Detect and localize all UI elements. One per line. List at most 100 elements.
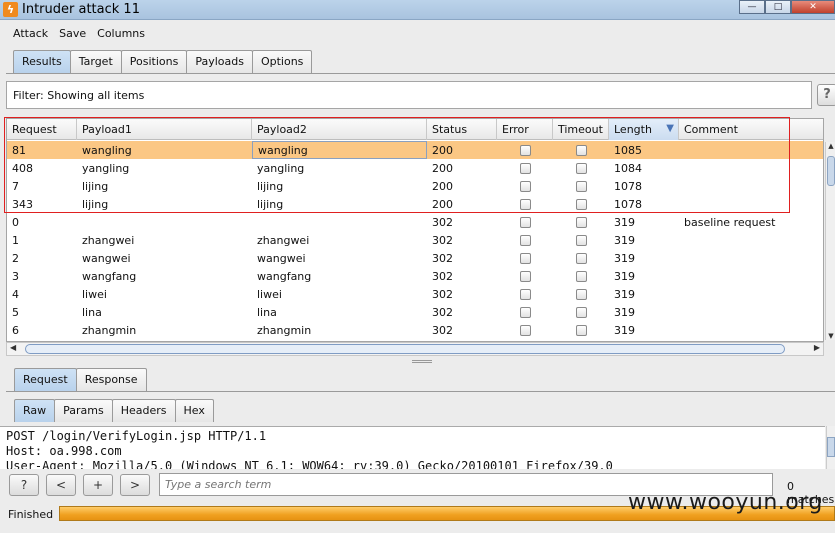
cell-timeout <box>553 213 609 231</box>
tab-raw[interactable]: Raw <box>14 399 56 422</box>
tab-response[interactable]: Response <box>75 368 147 391</box>
tab-payloads[interactable]: Payloads <box>186 50 253 73</box>
status-label: Finished <box>8 508 54 521</box>
cell-request: 4 <box>12 288 19 301</box>
cell-length: 319 <box>614 306 635 319</box>
cell-payload2: lina <box>257 306 277 319</box>
cell-comment <box>679 267 823 285</box>
filter-help-button[interactable]: ? <box>817 84 835 106</box>
cell-error <box>497 249 553 267</box>
tab-hex[interactable]: Hex <box>174 399 214 422</box>
tab-results[interactable]: Results <box>13 50 71 73</box>
menu-columns[interactable]: Columns <box>92 24 151 44</box>
table-row[interactable]: 5 lina lina 302 319 <box>7 303 823 321</box>
main-tabs: Results Target Positions Payloads Option… <box>13 50 313 73</box>
pane-splitter[interactable] <box>412 360 432 363</box>
timeout-checkbox[interactable] <box>575 217 587 228</box>
cell-error <box>497 267 553 285</box>
highlight-annotation-box <box>4 117 790 213</box>
search-add-button[interactable]: + <box>83 474 113 496</box>
cell-error <box>497 213 553 231</box>
timeout-checkbox[interactable] <box>575 271 587 282</box>
table-row[interactable]: 1 zhangwei zhangwei 302 319 <box>7 231 823 249</box>
cell-status: 302 <box>432 324 453 337</box>
tab-positions[interactable]: Positions <box>120 50 188 73</box>
menu-save[interactable]: Save <box>54 24 92 44</box>
error-checkbox[interactable] <box>519 217 531 228</box>
tab-params[interactable]: Params <box>54 399 113 422</box>
horizontal-scroll-thumb[interactable] <box>25 344 785 354</box>
cell-comment <box>679 249 823 267</box>
timeout-checkbox[interactable] <box>575 289 587 300</box>
tab-divider <box>6 73 835 74</box>
cell-payload1: wangwei <box>82 252 131 265</box>
minimize-button[interactable]: — <box>739 0 765 14</box>
error-checkbox[interactable] <box>519 325 531 336</box>
cell-length: 319 <box>614 288 635 301</box>
cell-status: 302 <box>432 270 453 283</box>
cell-payload2: wangwei <box>257 252 306 265</box>
error-checkbox[interactable] <box>519 289 531 300</box>
cell-payload2 <box>252 213 427 231</box>
cell-request: 1 <box>12 234 19 247</box>
tab-request[interactable]: Request <box>14 368 77 391</box>
cell-request: 5 <box>12 306 19 319</box>
cell-comment <box>679 285 823 303</box>
cell-timeout <box>553 249 609 267</box>
scroll-up-icon[interactable]: ▲ <box>826 142 835 150</box>
search-help-button[interactable]: ? <box>9 474 39 496</box>
detail-tab-divider <box>6 391 835 392</box>
cell-payload2: zhangwei <box>257 234 310 247</box>
cell-request: 6 <box>12 324 19 337</box>
close-button[interactable]: ✕ <box>791 0 835 14</box>
cell-length: 319 <box>614 324 635 337</box>
raw-scroll-thumb[interactable] <box>827 437 835 457</box>
raw-vertical-scrollbar[interactable] <box>826 426 835 469</box>
cell-error <box>497 231 553 249</box>
timeout-checkbox[interactable] <box>575 307 587 318</box>
timeout-checkbox[interactable] <box>575 235 587 246</box>
search-previous-button[interactable]: < <box>46 474 76 496</box>
scroll-thumb[interactable] <box>827 156 835 186</box>
cell-payload2: zhangmin <box>257 324 312 337</box>
cell-timeout <box>553 303 609 321</box>
error-checkbox[interactable] <box>519 271 531 282</box>
table-vertical-scrollbar[interactable]: ▲ ▼ <box>825 142 835 340</box>
table-row[interactable]: 4 liwei liwei 302 319 <box>7 285 823 303</box>
cell-payload2: wangfang <box>257 270 312 283</box>
menu-bar: Attack Save Columns <box>0 24 835 44</box>
tab-target[interactable]: Target <box>69 50 122 73</box>
timeout-checkbox[interactable] <box>575 253 587 264</box>
error-checkbox[interactable] <box>519 253 531 264</box>
tab-options[interactable]: Options <box>251 50 313 73</box>
view-tabs: Raw Params Headers Hex <box>14 399 214 422</box>
cell-status: 302 <box>432 306 453 319</box>
watermark-text: www.wooyun.org <box>628 490 823 515</box>
table-horizontal-scrollbar[interactable]: ◀ ▶ <box>6 342 824 356</box>
scroll-down-icon[interactable]: ▼ <box>826 332 835 340</box>
scroll-left-icon[interactable]: ◀ <box>10 343 16 352</box>
table-row[interactable]: 6 zhangmin zhangmin 302 319 <box>7 321 823 339</box>
cell-error <box>497 285 553 303</box>
table-row[interactable]: 3 wangfang wangfang 302 319 <box>7 267 823 285</box>
table-row[interactable]: 2 wangwei wangwei 302 319 <box>7 249 823 267</box>
menu-attack[interactable]: Attack <box>8 24 54 44</box>
search-next-button[interactable]: > <box>120 474 150 496</box>
table-row[interactable]: 0 302 319 baseline request <box>7 213 823 231</box>
cell-payload2: liwei <box>257 288 282 301</box>
filter-bar[interactable]: Filter: Showing all items <box>6 81 812 109</box>
window-title: Intruder attack 11 <box>22 2 140 17</box>
timeout-checkbox[interactable] <box>575 325 587 336</box>
cell-error <box>497 303 553 321</box>
error-checkbox[interactable] <box>519 235 531 246</box>
tab-headers[interactable]: Headers <box>111 399 176 422</box>
cell-status: 302 <box>432 216 453 229</box>
error-checkbox[interactable] <box>519 307 531 318</box>
cell-comment <box>679 321 823 339</box>
raw-request-text[interactable]: POST /login/VerifyLogin.jsp HTTP/1.1 Hos… <box>0 426 825 469</box>
cell-timeout <box>553 285 609 303</box>
maximize-button[interactable]: □ <box>765 0 791 14</box>
burp-app-icon: ϟ <box>3 2 18 17</box>
scroll-right-icon[interactable]: ▶ <box>814 343 820 352</box>
title-bar: ϟ Intruder attack 11 — □ ✕ <box>0 0 835 20</box>
